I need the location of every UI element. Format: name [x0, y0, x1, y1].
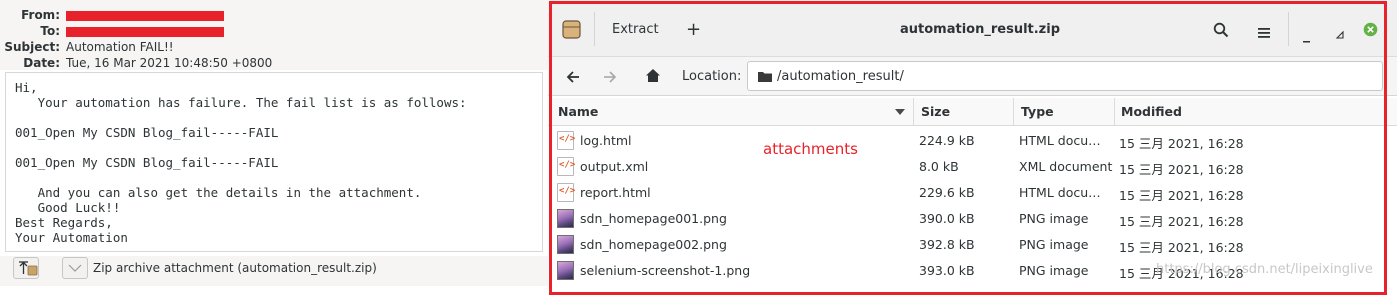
file-row[interactable]: sdn_homepage002.png 392.8 kB PNG image 15 三…	[548, 232, 1397, 258]
extract-button[interactable]: Extract	[612, 22, 659, 37]
column-size[interactable]: Size	[921, 104, 950, 119]
file-type: PNG image	[1019, 211, 1089, 226]
minimize-icon	[1303, 41, 1310, 43]
file-type: HTML docu…	[1019, 185, 1101, 200]
xml-file-icon: </>	[557, 157, 575, 176]
location-field[interactable]: /automation_result/	[747, 61, 1383, 91]
file-list-header: Name Size Type Modified	[548, 98, 1397, 126]
maximize-button[interactable]	[1335, 25, 1345, 44]
file-size: 8.0 kB	[919, 159, 959, 174]
file-modified: 15 三月 2021, 16:28	[1119, 136, 1244, 151]
search-button[interactable]	[1213, 22, 1229, 42]
close-button[interactable]	[1363, 22, 1378, 41]
hamburger-menu-icon	[1258, 28, 1270, 38]
subject-label: Subject:	[4, 40, 60, 54]
attachments-annotation: attachments	[763, 140, 858, 158]
file-type: HTML docu…	[1019, 133, 1101, 148]
file-row[interactable]: </> log.html 224.9 kB HTML docu… 15 三月 2021,…	[548, 128, 1397, 154]
watermark: https://blog.csdn.net/lipeixinglive	[1156, 262, 1373, 277]
archive-app-icon[interactable]	[562, 20, 581, 43]
file-type: PNG image	[1019, 237, 1089, 252]
search-icon	[1213, 22, 1229, 38]
save-attachment-icon	[19, 261, 38, 276]
redacted-recipient	[66, 26, 224, 37]
date-label: Date:	[23, 56, 60, 70]
folder-icon	[758, 72, 772, 82]
email-header: From: To: Subject: Automation FAIL!! Dat…	[0, 0, 548, 70]
png-file-icon	[557, 235, 574, 254]
html-file-icon: </>	[557, 131, 575, 150]
file-name: report.html	[580, 185, 651, 200]
sort-descending-icon[interactable]	[895, 109, 905, 115]
back-button[interactable]	[566, 69, 580, 88]
file-name: selenium-screenshot-1.png	[580, 263, 751, 278]
file-size: 229.6 kB	[919, 185, 975, 200]
archive-manager-window: Extract + automation_result.zip Location…	[548, 0, 1397, 297]
from-label: From:	[21, 8, 60, 22]
home-icon	[646, 69, 660, 82]
location-bar: Location: /automation_result/	[548, 57, 1397, 96]
file-row[interactable]: </> output.xml 8.0 kB XML document 15 三月 202…	[548, 154, 1397, 180]
attachment-dropdown-button[interactable]	[62, 257, 88, 279]
file-name: log.html	[580, 133, 632, 148]
attachment-bar: Zip archive attachment (automation_resul…	[0, 256, 548, 286]
redacted-sender	[66, 10, 224, 21]
file-modified: 15 三月 2021, 16:28	[1119, 214, 1244, 229]
archive-box-icon	[562, 20, 581, 39]
file-modified: 15 三月 2021, 16:28	[1119, 188, 1244, 203]
file-row[interactable]: sdn_homepage001.png 390.0 kB PNG image 15 三…	[548, 206, 1397, 232]
file-modified: 15 三月 2021, 16:28	[1119, 162, 1244, 177]
file-modified: 15 三月 2021, 16:28	[1119, 240, 1244, 255]
home-button[interactable]	[645, 68, 661, 87]
menu-button[interactable]	[1257, 24, 1271, 43]
file-size: 393.0 kB	[919, 263, 975, 278]
html-file-icon: </>	[557, 183, 575, 202]
png-file-icon	[557, 209, 574, 228]
column-modified[interactable]: Modified	[1121, 104, 1182, 119]
to-label: To:	[40, 24, 60, 38]
back-arrow-icon	[566, 71, 579, 83]
save-attachment-button[interactable]	[13, 257, 39, 279]
email-body: Hi, Your automation has failure. The fai…	[5, 72, 543, 252]
attachment-label: Zip archive attachment (automation_resul…	[93, 261, 377, 275]
email-body-text: Hi, Your automation has failure. The fai…	[15, 80, 467, 245]
add-files-button[interactable]: +	[686, 19, 701, 40]
column-name[interactable]: Name	[558, 104, 598, 119]
window-title: automation_result.zip	[900, 22, 1061, 37]
forward-button[interactable]	[603, 69, 617, 88]
date-value: Tue, 16 Mar 2021 10:48:50 +0800	[66, 56, 273, 70]
minimize-button[interactable]	[1303, 29, 1311, 48]
file-size: 224.9 kB	[919, 133, 975, 148]
file-type: PNG image	[1019, 263, 1089, 278]
column-type[interactable]: Type	[1021, 104, 1054, 119]
subject-value: Automation FAIL!!	[66, 40, 174, 54]
file-name: output.xml	[580, 159, 649, 174]
file-name: sdn_homepage001.png	[580, 211, 727, 226]
chevron-down-icon	[68, 264, 82, 272]
png-file-icon	[557, 261, 574, 280]
file-row[interactable]: </> report.html 229.6 kB HTML docu… 15 三月 20…	[548, 180, 1397, 206]
file-type: XML document	[1019, 159, 1113, 174]
file-size: 390.0 kB	[919, 211, 975, 226]
maximize-icon	[1335, 30, 1344, 39]
close-icon	[1363, 22, 1378, 37]
location-path: /automation_result/	[777, 69, 904, 84]
file-name: sdn_homepage002.png	[580, 237, 727, 252]
location-label: Location:	[682, 69, 742, 84]
forward-arrow-icon	[604, 71, 617, 83]
file-size: 392.8 kB	[919, 237, 975, 252]
header-bar: Extract + automation_result.zip	[548, 0, 1397, 57]
